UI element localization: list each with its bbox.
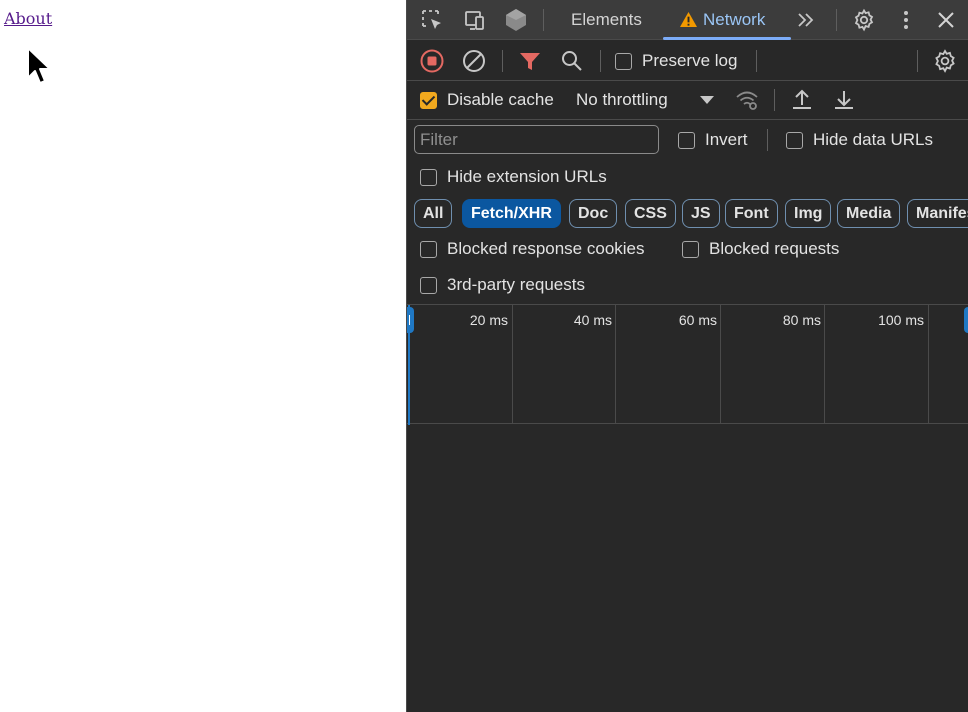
timeline-tick-label: 40 ms bbox=[573, 312, 612, 328]
type-filter-fetch-xhr[interactable]: Fetch/XHR bbox=[462, 199, 561, 228]
chevron-down-icon[interactable] bbox=[694, 87, 720, 113]
toolbar-divider bbox=[917, 50, 918, 72]
blocked-response-cookies-label: Blocked response cookies bbox=[447, 239, 645, 258]
filter-divider bbox=[767, 129, 768, 151]
kebab-menu-icon[interactable] bbox=[894, 8, 918, 32]
tab-network-label: Network bbox=[703, 10, 766, 29]
timeline-left-handle[interactable] bbox=[407, 307, 414, 333]
close-icon[interactable] bbox=[934, 8, 958, 32]
network-conditions-icon[interactable] bbox=[734, 87, 760, 113]
about-link[interactable]: About bbox=[4, 9, 52, 28]
search-icon[interactable] bbox=[559, 48, 585, 74]
toolbar-divider bbox=[502, 50, 503, 72]
hide-data-urls-checkbox[interactable] bbox=[786, 132, 803, 149]
tab-elements[interactable]: Elements bbox=[571, 0, 642, 40]
invert-label: Invert bbox=[705, 130, 748, 149]
hide-extension-urls-label: Hide extension URLs bbox=[447, 167, 607, 186]
type-filter-all[interactable]: All bbox=[414, 199, 453, 228]
type-filter-css[interactable]: CSS bbox=[625, 199, 676, 228]
invert-checkbox[interactable] bbox=[678, 132, 695, 149]
active-tab-indicator bbox=[663, 37, 791, 40]
timeline-right-handle[interactable] bbox=[964, 307, 968, 333]
inspect-element-icon[interactable] bbox=[420, 8, 444, 32]
timeline-overview[interactable]: 20 ms 40 ms 60 ms 80 ms 100 ms bbox=[407, 304, 968, 425]
toolbar-divider bbox=[600, 50, 601, 72]
tabbar-divider bbox=[543, 9, 544, 31]
record-stop-icon[interactable] bbox=[419, 48, 445, 74]
timeline-gridline bbox=[824, 305, 825, 424]
filter-funnel-icon[interactable] bbox=[517, 48, 543, 74]
warning-icon bbox=[680, 11, 697, 28]
blocked-requests-label: Blocked requests bbox=[709, 239, 840, 258]
type-filter-manifest[interactable]: Manifest bbox=[907, 199, 968, 228]
disable-cache-label: Disable cache bbox=[447, 90, 554, 109]
extension-icon[interactable] bbox=[504, 8, 528, 32]
blocked-response-cookies-checkbox[interactable] bbox=[420, 241, 437, 258]
mouse-cursor-icon bbox=[27, 47, 51, 84]
timeline-tick-label: 80 ms bbox=[782, 312, 821, 328]
disable-cache-checkbox[interactable] bbox=[420, 92, 437, 109]
filter-input[interactable] bbox=[414, 125, 659, 154]
settings-gear-icon[interactable] bbox=[852, 8, 876, 32]
type-filter-media[interactable]: Media bbox=[837, 199, 901, 228]
import-upload-icon[interactable] bbox=[789, 87, 815, 113]
hide-data-urls-label: Hide data URLs bbox=[813, 130, 934, 149]
more-tabs-icon[interactable] bbox=[794, 8, 818, 32]
third-party-requests-label: 3rd-party requests bbox=[447, 275, 585, 294]
preserve-log-label: Preserve log bbox=[642, 51, 738, 70]
third-party-requests-checkbox[interactable] bbox=[420, 277, 437, 294]
hide-extension-urls-checkbox[interactable] bbox=[420, 169, 437, 186]
timeline-tick-label: 20 ms bbox=[469, 312, 508, 328]
type-filter-font[interactable]: Font bbox=[725, 199, 778, 228]
timeline-tick-label: 60 ms bbox=[678, 312, 717, 328]
toolbar-divider bbox=[774, 89, 775, 111]
tabbar-divider bbox=[836, 9, 837, 31]
devtools-panel: Elements Network Preserve log Disable ca… bbox=[406, 0, 968, 712]
timeline-gridline bbox=[720, 305, 721, 424]
toolbar-separator bbox=[407, 119, 968, 120]
export-download-icon[interactable] bbox=[831, 87, 857, 113]
requests-empty-area bbox=[407, 425, 968, 712]
type-filter-img[interactable]: Img bbox=[785, 199, 832, 228]
device-toolbar-icon[interactable] bbox=[462, 8, 486, 32]
throttling-select[interactable]: No throttling bbox=[576, 90, 668, 110]
timeline-gridline bbox=[615, 305, 616, 424]
type-filter-doc[interactable]: Doc bbox=[569, 199, 618, 228]
tab-network[interactable]: Network bbox=[679, 0, 765, 40]
blocked-requests-checkbox[interactable] bbox=[682, 241, 699, 258]
timeline-gridline bbox=[928, 305, 929, 424]
toolbar-divider bbox=[756, 50, 757, 72]
preserve-log-checkbox[interactable] bbox=[615, 53, 632, 70]
timeline-tick-label: 100 ms bbox=[878, 312, 924, 328]
timeline-gridline bbox=[512, 305, 513, 424]
page-viewport: About bbox=[0, 0, 406, 712]
clear-icon[interactable] bbox=[461, 48, 487, 74]
devtools-tabbar: Elements Network bbox=[407, 0, 968, 40]
network-settings-gear-icon[interactable] bbox=[932, 48, 958, 74]
toolbar-separator bbox=[407, 80, 968, 81]
type-filter-js[interactable]: JS bbox=[682, 199, 720, 228]
